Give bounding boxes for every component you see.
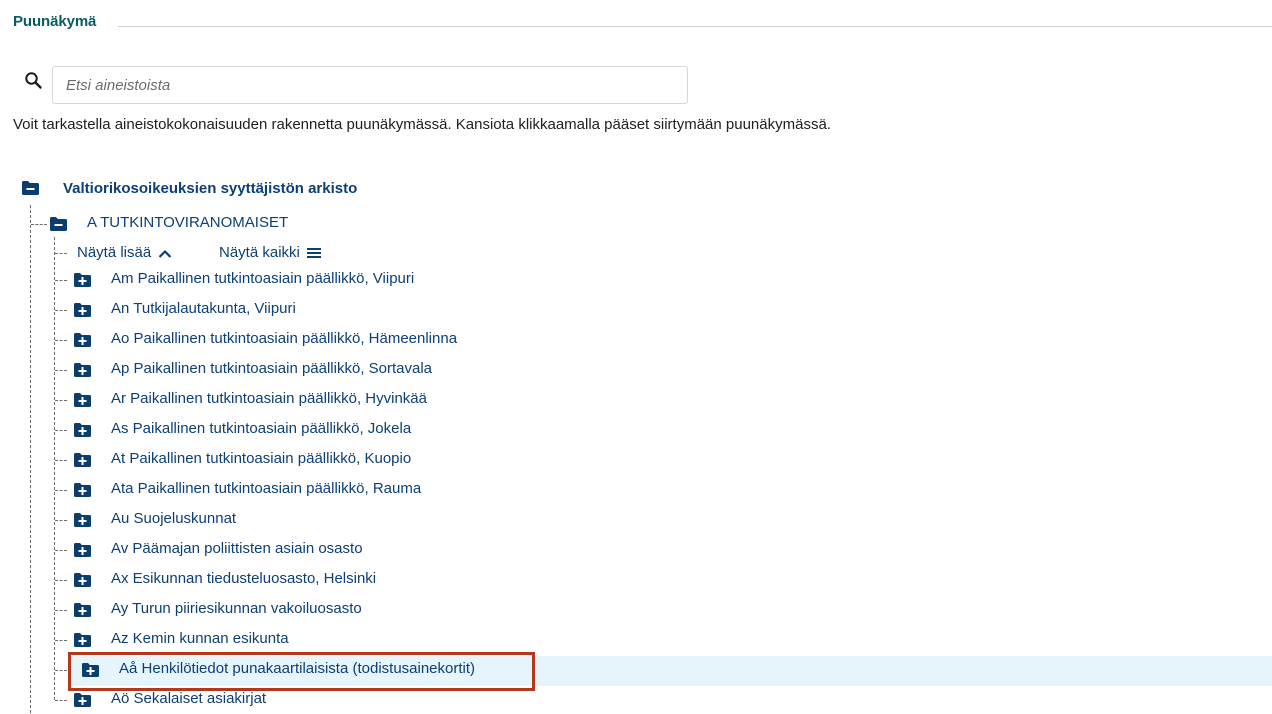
tree-item[interactable]: Am Paikallinen tutkintoasiain päällikkö,… (0, 264, 1272, 294)
folder-plus-icon[interactable] (74, 273, 91, 287)
tree-item-label[interactable]: Ao Paikallinen tutkintoasiain päällikkö,… (111, 330, 457, 347)
tree-item[interactable]: Ao Paikallinen tutkintoasiain päällikkö,… (0, 324, 1272, 354)
tree-item-label[interactable]: Az Kemin kunnan esikunta (111, 630, 289, 647)
tree-item[interactable]: Au Suojeluskunnat (0, 504, 1272, 534)
section-divider (118, 26, 1272, 27)
tree-item-label[interactable]: As Paikallinen tutkintoasiain päällikkö,… (111, 420, 411, 437)
tree-item-label[interactable]: At Paikallinen tutkintoasiain päällikkö,… (111, 450, 411, 467)
tree-item-label[interactable]: Ap Paikallinen tutkintoasiain päällikkö,… (111, 360, 432, 377)
folder-plus-icon[interactable] (74, 333, 91, 347)
selection-highlight-box (68, 652, 535, 691)
tree-root-label[interactable]: Valtiorikosoikeuksien syyttäjistön arkis… (63, 180, 357, 197)
show-all-button[interactable]: Näytä kaikki (219, 244, 322, 261)
folder-plus-icon[interactable] (74, 483, 91, 497)
tree-item[interactable]: Ax Esikunnan tiedusteluosasto, Helsinki (0, 564, 1272, 594)
folder-plus-icon[interactable] (74, 303, 91, 317)
tree-item[interactable]: An Tutkijalautakunta, Viipuri (0, 294, 1272, 324)
folder-plus-icon[interactable] (74, 633, 91, 647)
tree-item[interactable]: Ar Paikallinen tutkintoasiain päällikkö,… (0, 384, 1272, 414)
tree-item[interactable]: As Paikallinen tutkintoasiain päällikkö,… (0, 414, 1272, 444)
section-title: Puunäkymä (13, 13, 97, 30)
search-icon[interactable] (24, 71, 44, 91)
tree-item-label[interactable]: Ar Paikallinen tutkintoasiain päällikkö,… (111, 390, 427, 407)
tree-item-label[interactable]: Ata Paikallinen tutkintoasiain päällikkö… (111, 480, 421, 497)
folder-minus-icon[interactable] (22, 181, 39, 195)
folder-plus-icon[interactable] (74, 693, 91, 707)
tree-connector (55, 253, 67, 254)
chevron-up-icon (159, 249, 172, 258)
tree-item[interactable]: Az Kemin kunnan esikunta (0, 624, 1272, 654)
tree-item-label[interactable]: Av Päämajan poliittisten asiain osasto (111, 540, 363, 557)
tree-child-label[interactable]: A TUTKINTOVIRANOMAISET (87, 214, 288, 231)
tree-item-label[interactable]: Aö Sekalaiset asiakirjat (111, 690, 266, 707)
folder-plus-icon[interactable] (74, 573, 91, 587)
tree-item-label[interactable]: An Tutkijalautakunta, Viipuri (111, 300, 296, 317)
folder-plus-icon[interactable] (74, 363, 91, 377)
tree-item-label[interactable]: Au Suojeluskunnat (111, 510, 236, 527)
tree-item-label[interactable]: Ax Esikunnan tiedusteluosasto, Helsinki (111, 570, 376, 587)
folder-plus-icon[interactable] (74, 453, 91, 467)
folder-minus-icon[interactable] (50, 217, 67, 231)
tree-item[interactable]: Ay Turun piiriesikunnan vakoiluosasto (0, 594, 1272, 624)
list-icon (307, 248, 322, 258)
folder-plus-icon[interactable] (74, 603, 91, 617)
search-input[interactable] (52, 66, 688, 104)
show-more-label: Näytä lisää (77, 244, 152, 261)
show-all-label: Näytä kaikki (219, 244, 300, 261)
tree-description: Voit tarkastella aineistokokonaisuuden r… (13, 116, 831, 133)
folder-plus-icon[interactable] (74, 423, 91, 437)
tree-item[interactable]: Av Päämajan poliittisten asiain osasto (0, 534, 1272, 564)
show-more-button[interactable]: Näytä lisää (77, 244, 172, 261)
tree-item-label[interactable]: Ay Turun piiriesikunnan vakoiluosasto (111, 600, 362, 617)
tree-connector (31, 224, 47, 225)
tree-item[interactable]: At Paikallinen tutkintoasiain päällikkö,… (0, 444, 1272, 474)
tree-item[interactable]: Ata Paikallinen tutkintoasiain päällikkö… (0, 474, 1272, 504)
folder-plus-icon[interactable] (74, 513, 91, 527)
tree-item-label[interactable]: Am Paikallinen tutkintoasiain päällikkö,… (111, 270, 414, 287)
folder-plus-icon[interactable] (74, 393, 91, 407)
folder-plus-icon[interactable] (74, 543, 91, 557)
tree-item[interactable]: Ap Paikallinen tutkintoasiain päällikkö,… (0, 354, 1272, 384)
section-header: Puunäkymä (13, 12, 1272, 34)
